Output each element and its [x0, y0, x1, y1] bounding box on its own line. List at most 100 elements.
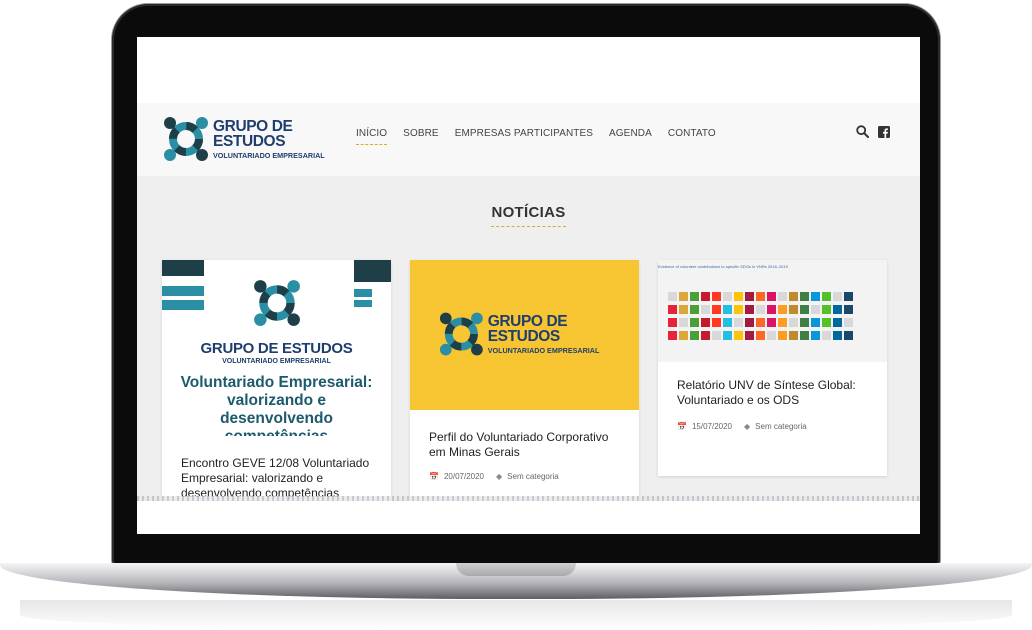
sdg-tile	[690, 305, 699, 314]
tag-icon: ◆	[744, 422, 751, 431]
sdg-tile	[778, 331, 787, 340]
sdg-tile	[701, 305, 710, 314]
sdg-tile	[844, 318, 853, 327]
sdg-tile	[723, 318, 732, 327]
sdg-tile	[668, 305, 677, 314]
logo-icon	[254, 280, 300, 326]
nav-item-empresas-participantes[interactable]: EMPRESAS PARTICIPANTES	[455, 128, 593, 145]
sdg-tile	[789, 318, 798, 327]
sdg-tile	[712, 305, 721, 314]
sdg-tile	[701, 318, 710, 327]
sdg-tile	[679, 305, 688, 314]
logo-icon	[164, 117, 208, 161]
section-title: NOTÍCIAS	[137, 204, 920, 227]
sdg-tile	[668, 331, 677, 340]
sdg-tile	[789, 331, 798, 340]
sdg-tile	[811, 318, 820, 327]
nav-item-sobre[interactable]: SOBRE	[403, 128, 439, 145]
sdg-tile	[734, 305, 743, 314]
sdg-tile	[690, 331, 699, 340]
sdg-tile	[833, 331, 842, 340]
laptop-notch	[456, 563, 576, 576]
calendar-icon: 📅	[677, 422, 687, 431]
news-card[interactable]: GRUPO DE ESTUDOS VOLUNTARIADO EMPRESARIA…	[162, 260, 391, 534]
sdg-tile	[800, 305, 809, 314]
calendar-icon: 📅	[429, 472, 439, 481]
card-title[interactable]: Encontro GEVE 12/08 Voluntariado Empresa…	[181, 456, 372, 501]
news-card[interactable]: Evidence of volunteer contributions to s…	[658, 260, 887, 476]
sdg-tile	[767, 305, 776, 314]
sdg-tile	[712, 292, 721, 301]
sdg-tile	[679, 331, 688, 340]
sdg-tile	[668, 292, 677, 301]
sdg-tile	[701, 292, 710, 301]
card-title[interactable]: Perfil do Voluntariado Corporativo em Mi…	[429, 430, 620, 460]
laptop-reflection	[20, 600, 1012, 630]
sdg-tile	[800, 331, 809, 340]
sdg-tile	[690, 292, 699, 301]
nav-item-contato[interactable]: CONTATO	[668, 128, 716, 145]
tag-icon: ◆	[496, 472, 503, 481]
sdg-tile	[745, 305, 754, 314]
card-meta: 📅 15/07/2020 ◆ Sem categoria	[677, 422, 868, 431]
top-blank-area	[137, 37, 920, 103]
card-body: Perfil do Voluntariado Corporativo em Mi…	[410, 410, 639, 481]
card-body: Relatório UNV de Síntese Global: Volunta…	[658, 362, 887, 431]
search-icon[interactable]	[856, 125, 869, 143]
sdg-tile	[811, 305, 820, 314]
nav-item-agenda[interactable]: AGENDA	[609, 128, 652, 145]
sdg-tile	[822, 305, 831, 314]
sdg-tile	[844, 305, 853, 314]
thumb-brand-subtitle: VOLUNTARIADO EMPRESARIAL	[222, 358, 331, 365]
thumb-headline: Voluntariado Empresarial: valorizando e …	[180, 374, 373, 436]
thumb-caption: Evidence of volunteer contributions to s…	[658, 264, 788, 269]
sdg-tile	[679, 292, 688, 301]
thumb-decor	[354, 289, 372, 297]
sdg-tile	[833, 292, 842, 301]
page-bottom	[137, 501, 920, 534]
sdg-row	[668, 318, 853, 327]
sdg-tile	[833, 305, 842, 314]
sdg-tile	[756, 305, 765, 314]
sdg-tile	[734, 318, 743, 327]
main-nav: INÍCIO SOBRE EMPRESAS PARTICIPANTES AGEN…	[356, 128, 716, 145]
header-icons	[856, 125, 890, 143]
thumb-brand-title: GRUPO DE ESTUDOS	[487, 312, 568, 346]
sdg-tile	[723, 292, 732, 301]
thumb-decor	[162, 300, 204, 310]
card-thumbnail[interactable]: Evidence of volunteer contributions to s…	[658, 260, 887, 362]
news-card[interactable]: GRUPO DE ESTUDOS VOLUNTARIADO EMPRESARIA…	[410, 260, 639, 534]
sdg-tile	[690, 318, 699, 327]
card-thumbnail[interactable]: GRUPO DE ESTUDOS VOLUNTARIADO EMPRESARIA…	[162, 260, 391, 436]
sdg-tile	[734, 292, 743, 301]
sdg-tile	[778, 318, 787, 327]
sdg-tile	[767, 331, 776, 340]
sdg-tile	[822, 292, 831, 301]
sdg-tile	[745, 292, 754, 301]
sdg-row	[668, 331, 853, 340]
site-logo[interactable]: GRUPO DE ESTUDOS VOLUNTARIADO EMPRESARIA…	[162, 113, 347, 165]
sdg-tile	[789, 292, 798, 301]
card-date: 15/07/2020	[691, 422, 733, 431]
nav-item-inicio[interactable]: INÍCIO	[356, 128, 388, 145]
sdg-tile	[723, 305, 732, 314]
card-category[interactable]: Sem categoria	[507, 472, 559, 481]
facebook-icon[interactable]	[878, 125, 890, 143]
thumb-decor	[162, 260, 204, 276]
card-category[interactable]: Sem categoria	[755, 422, 807, 431]
logo-subtitle: VOLUNTARIADO EMPRESARIAL	[213, 150, 325, 160]
sdg-tile	[668, 318, 677, 327]
thumb-decor	[162, 286, 204, 296]
sdg-tile	[756, 318, 765, 327]
card-date: 20/07/2020	[443, 472, 485, 481]
card-thumbnail[interactable]: GRUPO DE ESTUDOS VOLUNTARIADO EMPRESARIA…	[410, 260, 639, 410]
sdg-tile	[712, 318, 721, 327]
sdg-tile	[679, 318, 688, 327]
sdg-tile	[778, 305, 787, 314]
sdg-tile	[822, 318, 831, 327]
card-title[interactable]: Relatório UNV de Síntese Global: Volunta…	[677, 378, 868, 408]
sdg-tile	[767, 292, 776, 301]
sdg-tile	[844, 292, 853, 301]
card-meta: 📅 20/07/2020 ◆ Sem categoria	[429, 472, 620, 481]
sdg-tile	[778, 292, 787, 301]
